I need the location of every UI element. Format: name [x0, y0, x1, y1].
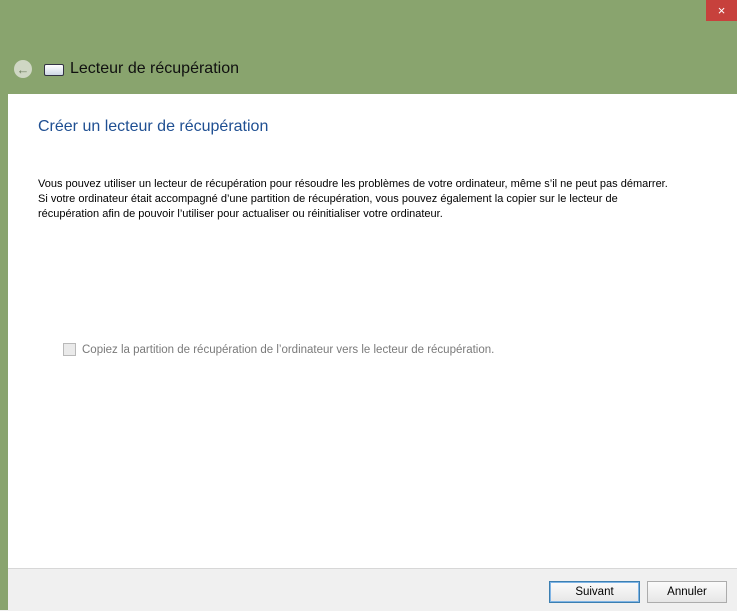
close-icon: ×	[717, 3, 726, 18]
copy-partition-option: Copiez la partition de récupération de l…	[63, 343, 494, 356]
recovery-drive-window: × ← Lecteur de récupération Créer un lec…	[0, 0, 737, 611]
description-text: Vous pouvez utiliser un lecteur de récup…	[38, 178, 668, 220]
navigation-area: ← Lecteur de récupération	[14, 55, 239, 83]
next-button-label: Suivant	[575, 586, 614, 598]
window-title: Lecteur de récupération	[70, 60, 239, 77]
next-button[interactable]: Suivant	[549, 581, 640, 603]
wizard-content: Créer un lecteur de récupération Vous po…	[8, 94, 737, 568]
copy-partition-label: Copiez la partition de récupération de l…	[82, 343, 495, 356]
wizard-footer: Suivant Annuler	[8, 568, 737, 611]
drive-icon	[44, 64, 64, 76]
close-button[interactable]: ×	[706, 0, 737, 21]
cancel-button[interactable]: Annuler	[647, 581, 727, 603]
copy-partition-checkbox	[63, 343, 76, 356]
page-heading: Créer un lecteur de récupération	[38, 118, 269, 135]
back-arrow-icon: ←	[16, 61, 30, 77]
cancel-button-label: Annuler	[667, 586, 707, 598]
back-button[interactable]: ←	[14, 60, 32, 78]
title-bar: × ← Lecteur de récupération	[0, 0, 737, 94]
